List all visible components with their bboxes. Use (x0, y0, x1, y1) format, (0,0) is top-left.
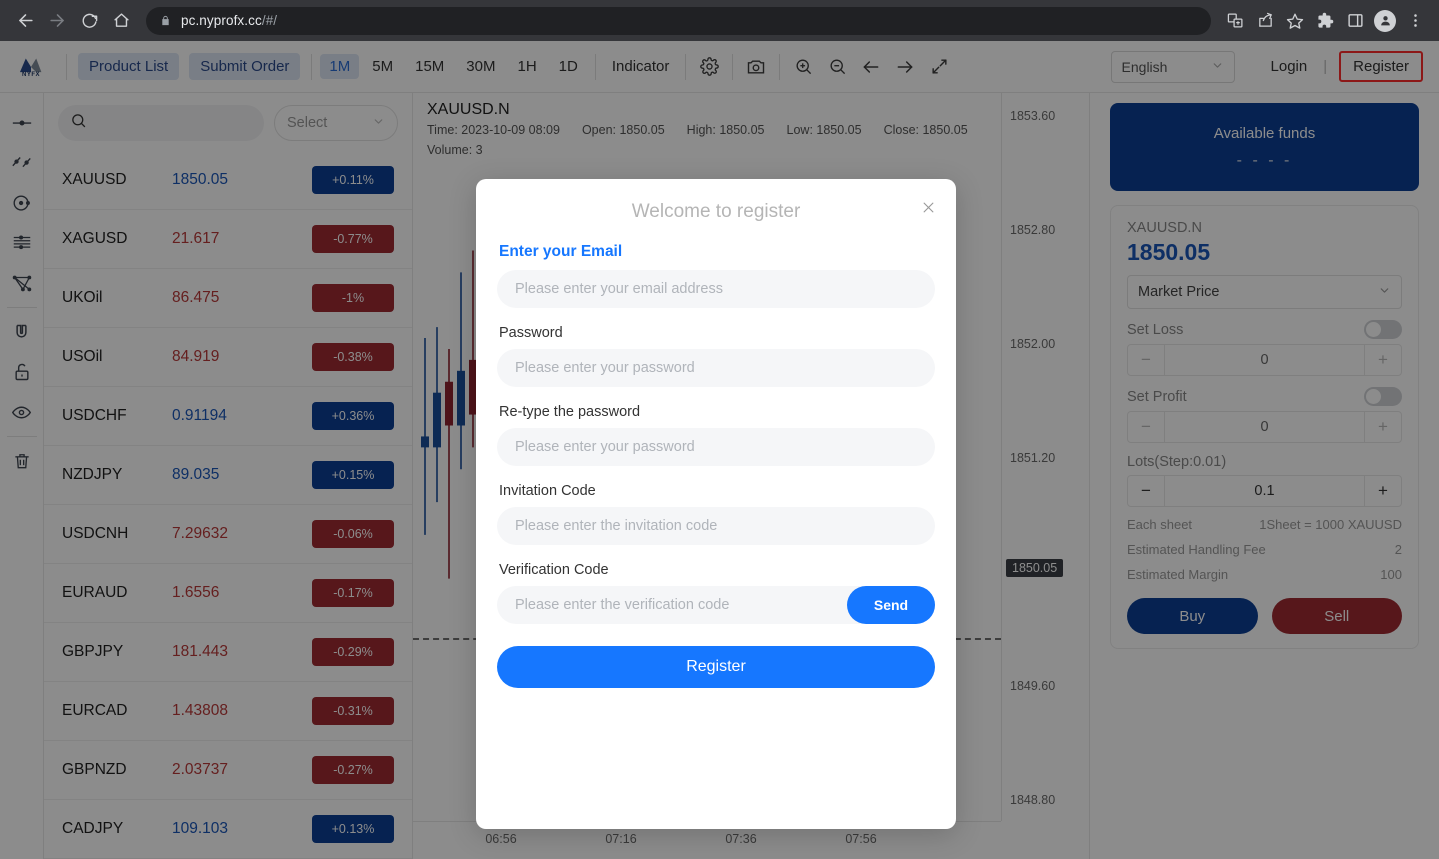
email-label: Enter your Email (499, 243, 623, 260)
verification-code-label: Verification Code (499, 562, 609, 578)
lock-icon (160, 14, 171, 27)
email-field[interactable]: Please enter your email address (497, 270, 935, 308)
verification-code-field[interactable]: Please enter the verification code Send (497, 586, 935, 624)
repassword-field[interactable]: Please enter your password (497, 428, 935, 466)
app-page: NYFX Product List Submit Order 1M 5M 15M… (0, 41, 1439, 859)
star-icon[interactable] (1281, 7, 1309, 35)
browser-toolbar: pc.nyprofx.cc/#/ (0, 0, 1439, 41)
profile-avatar-icon[interactable] (1371, 7, 1399, 35)
invitation-code-label: Invitation Code (499, 483, 596, 499)
url-text: pc.nyprofx.cc/#/ (181, 13, 278, 28)
side-panel-icon[interactable] (1341, 7, 1369, 35)
close-icon[interactable] (921, 200, 936, 218)
home-icon[interactable] (106, 6, 136, 36)
reload-icon[interactable] (74, 6, 104, 36)
password-field[interactable]: Please enter your password (497, 349, 935, 387)
puzzle-icon[interactable] (1311, 7, 1339, 35)
repassword-label: Re-type the password (499, 404, 641, 420)
back-arrow-icon[interactable] (10, 6, 40, 36)
forward-arrow-icon[interactable] (42, 6, 72, 36)
translate-icon[interactable] (1221, 7, 1249, 35)
share-icon[interactable] (1251, 7, 1279, 35)
browser-actions (1221, 7, 1429, 35)
address-bar[interactable]: pc.nyprofx.cc/#/ (146, 6, 1211, 35)
send-code-button[interactable]: Send (847, 586, 935, 624)
invitation-code-field[interactable]: Please enter the invitation code (497, 507, 935, 545)
three-dots-menu-icon[interactable] (1401, 7, 1429, 35)
register-modal: Welcome to register Enter your Email Ple… (476, 179, 956, 829)
modal-title: Welcome to register (631, 201, 801, 222)
password-label: Password (499, 325, 563, 341)
modal-register-button[interactable]: Register (497, 646, 935, 688)
verification-code-placeholder: Please enter the verification code (515, 597, 730, 613)
